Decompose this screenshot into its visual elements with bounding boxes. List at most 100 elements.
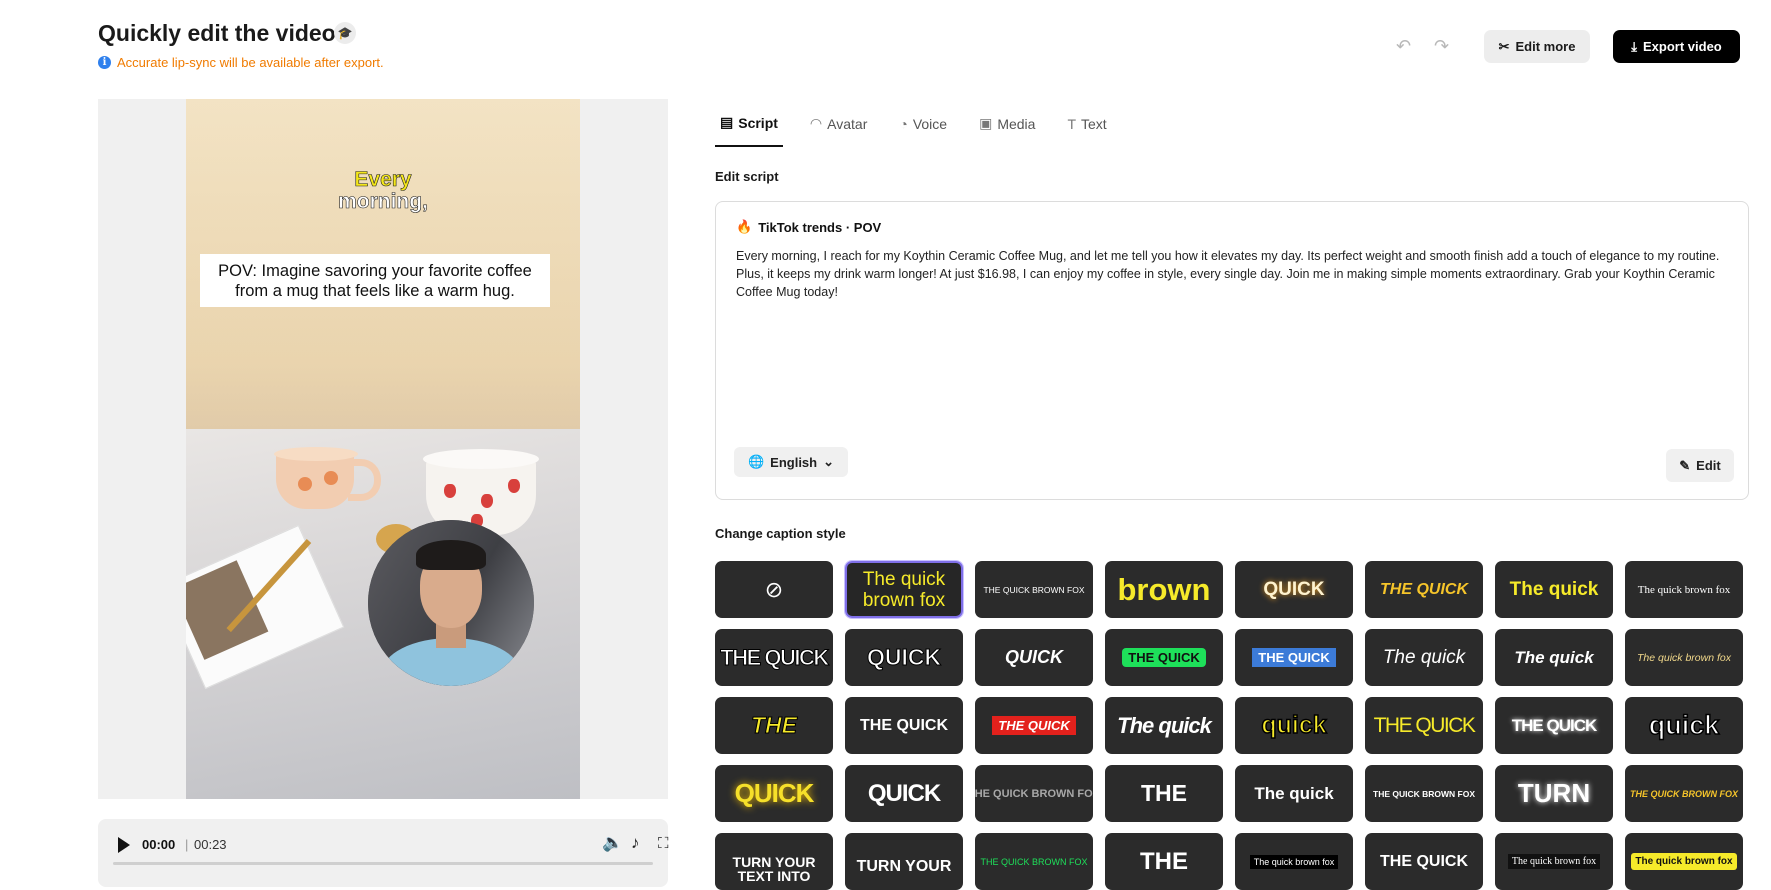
caption-style-preview: The quick (1382, 646, 1466, 668)
caption-style-preview: THE QUICK (1380, 580, 1468, 598)
caption-style-option[interactable]: The quick (1365, 629, 1483, 686)
caption-style-preview: quick (1648, 709, 1720, 741)
caption-style-option[interactable]: TURN (1495, 765, 1613, 822)
info-icon: i (98, 56, 111, 69)
fire-icon: 🔥 (736, 219, 753, 234)
caption-style-option[interactable]: quick (1235, 697, 1353, 754)
caption-style-preview: THE QUICK (1252, 648, 1336, 667)
avatar-hair (416, 540, 486, 570)
caption-style-option[interactable]: TURN YOUR (845, 833, 963, 890)
edit-more-button[interactable]: ✂ Edit more (1484, 30, 1590, 63)
caption-style-option[interactable]: QUICK (975, 629, 1093, 686)
caption-style-option[interactable]: THE QUICK BROWN FOX (975, 765, 1093, 822)
tab-avatar[interactable]: ◠ Avatar (805, 110, 872, 147)
fullscreen-icon[interactable]: ⛶ (658, 835, 669, 852)
tab-media[interactable]: ▣ Media (974, 110, 1040, 147)
caption-style-option[interactable]: THE QUICK (1365, 561, 1483, 618)
caption-style-option[interactable]: The quick brown fox (1625, 629, 1743, 686)
script-text[interactable]: Every morning, I reach for my Koythin Ce… (736, 247, 1728, 301)
tab-label: Text (1081, 115, 1107, 132)
text-icon: T (1067, 115, 1077, 132)
avatar-bubble[interactable] (368, 520, 534, 686)
caption-style-option[interactable]: THE (715, 697, 833, 754)
book-photo (186, 560, 269, 660)
caption-style-preview: The quick brown fox (1249, 854, 1339, 869)
caption-highlight-word: Every (354, 168, 412, 191)
orange-mug-rim (274, 447, 358, 461)
caption-style-option[interactable]: QUICK (845, 629, 963, 686)
caption-style-option[interactable]: THE QUICK (1365, 833, 1483, 890)
caption-style-option[interactable]: The quick brown fox (844, 560, 964, 619)
chevron-down-icon: ⌄ (823, 454, 835, 469)
progress-scrubber[interactable] (113, 862, 653, 865)
caption-style-option[interactable]: The quick (1495, 629, 1613, 686)
video-frame: Every morning, POV: Imagine savoring you… (186, 99, 580, 799)
caption-style-option[interactable]: The quick brown fox (1625, 833, 1743, 890)
caption-style-preview: TURN YOUR (856, 857, 952, 875)
tab-label: Avatar (827, 115, 868, 132)
caption-style-option[interactable]: brown (1105, 561, 1223, 618)
video-caption: Every morning, (186, 168, 580, 213)
caption-style-option[interactable]: THE QUICK BROWN FOX (1365, 765, 1483, 822)
caption-style-option[interactable]: quick (1625, 697, 1743, 754)
caption-style-preview: THE QUICK BROWN FOX (980, 856, 1088, 867)
caption-style-preview: quick (1261, 710, 1328, 740)
caption-style-preview: TURN (1517, 778, 1591, 808)
caption-style-label: Change caption style (715, 526, 846, 541)
caption-style-option[interactable]: The quick brown fox (1235, 833, 1353, 890)
play-icon[interactable] (118, 837, 130, 853)
caption-style-none[interactable]: ⊘ (715, 561, 833, 618)
tab-text[interactable]: T Text (1062, 110, 1111, 147)
edit-script-button[interactable]: ✎ Edit (1666, 449, 1734, 482)
caption-style-preview: The quick (1254, 783, 1334, 803)
caption-style-option[interactable]: QUICK (1235, 561, 1353, 618)
tab-script[interactable]: ▤ Script (715, 110, 783, 147)
caption-style-preview: The quick brown fox (1637, 583, 1731, 596)
mug-pattern (324, 471, 338, 485)
graduation-cap-icon[interactable]: 🎓 (334, 22, 356, 44)
caption-style-preview: The quick brown fox (862, 568, 946, 611)
caption-style-preview: The quick (1509, 578, 1599, 600)
caption-style-option[interactable]: The quick brown fox (1625, 561, 1743, 618)
caption-style-option[interactable]: THE QUICK (1105, 629, 1223, 686)
current-time: 00:00 (142, 837, 176, 852)
caption-style-option[interactable]: THE QUICK (1495, 697, 1613, 754)
time-separator: | (185, 837, 189, 852)
caption-style-option[interactable]: TURN YOUR TEXT INTO (715, 833, 833, 890)
caption-style-option[interactable]: THE QUICK (715, 629, 833, 686)
caption-style-preview: The quick brown fox (1507, 854, 1601, 869)
caption-style-option[interactable]: The quick (1495, 561, 1613, 618)
caption-style-option[interactable]: THE QUICK BROWN FOX (975, 833, 1093, 890)
caption-style-option[interactable]: THE QUICK BROWN FOX (975, 561, 1093, 618)
export-video-button[interactable]: ⤓ Export video (1613, 30, 1740, 63)
editor-tabs: ▤ Script ◠ Avatar ◔ Voice ▣ Media T Text (715, 110, 1134, 147)
caption-style-preview: The quick (1117, 712, 1212, 738)
undo-icon[interactable]: ↶ (1396, 36, 1411, 57)
caption-style-option[interactable]: The quick (1105, 697, 1223, 754)
caption-style-option[interactable]: THE (1105, 833, 1223, 890)
script-editor[interactable]: 🔥 TikTok trends · POV Every morning, I r… (715, 201, 1749, 500)
volume-icon[interactable]: 🔈 (602, 833, 623, 853)
edit-label: Edit (1696, 458, 1721, 473)
caption-style-option[interactable]: THE QUICK BROWN FOX (1625, 765, 1743, 822)
caption-style-option[interactable]: QUICK (715, 765, 833, 822)
caption-style-preview: brown (1117, 571, 1211, 607)
caption-style-preview: THE QUICK (1380, 852, 1468, 870)
caption-style-option[interactable]: QUICK (845, 765, 963, 822)
caption-style-option[interactable]: THE QUICK (1365, 697, 1483, 754)
caption-style-preview: THE QUICK BROWN FOX (1630, 788, 1738, 799)
globe-icon: 🌐 (747, 454, 765, 469)
caption-style-option[interactable]: THE QUICK (975, 697, 1093, 754)
caption-style-option[interactable]: THE QUICK (845, 697, 963, 754)
language-select[interactable]: 🌐 English ⌄ (734, 447, 848, 477)
caption-style-preview: THE QUICK (720, 644, 830, 670)
caption-style-option[interactable]: The quick brown fox (1495, 833, 1613, 890)
caption-style-preview: THE QUICK BROWN FOX (975, 787, 1093, 800)
tab-voice[interactable]: ◔ Voice (894, 110, 952, 147)
caption-style-option[interactable]: THE QUICK (1235, 629, 1353, 686)
strawberry-pattern (481, 494, 493, 508)
tiktok-icon[interactable]: ♪ (631, 833, 640, 853)
caption-style-option[interactable]: The quick (1235, 765, 1353, 822)
caption-style-option[interactable]: THE (1105, 765, 1223, 822)
redo-icon[interactable]: ↷ (1434, 36, 1449, 57)
